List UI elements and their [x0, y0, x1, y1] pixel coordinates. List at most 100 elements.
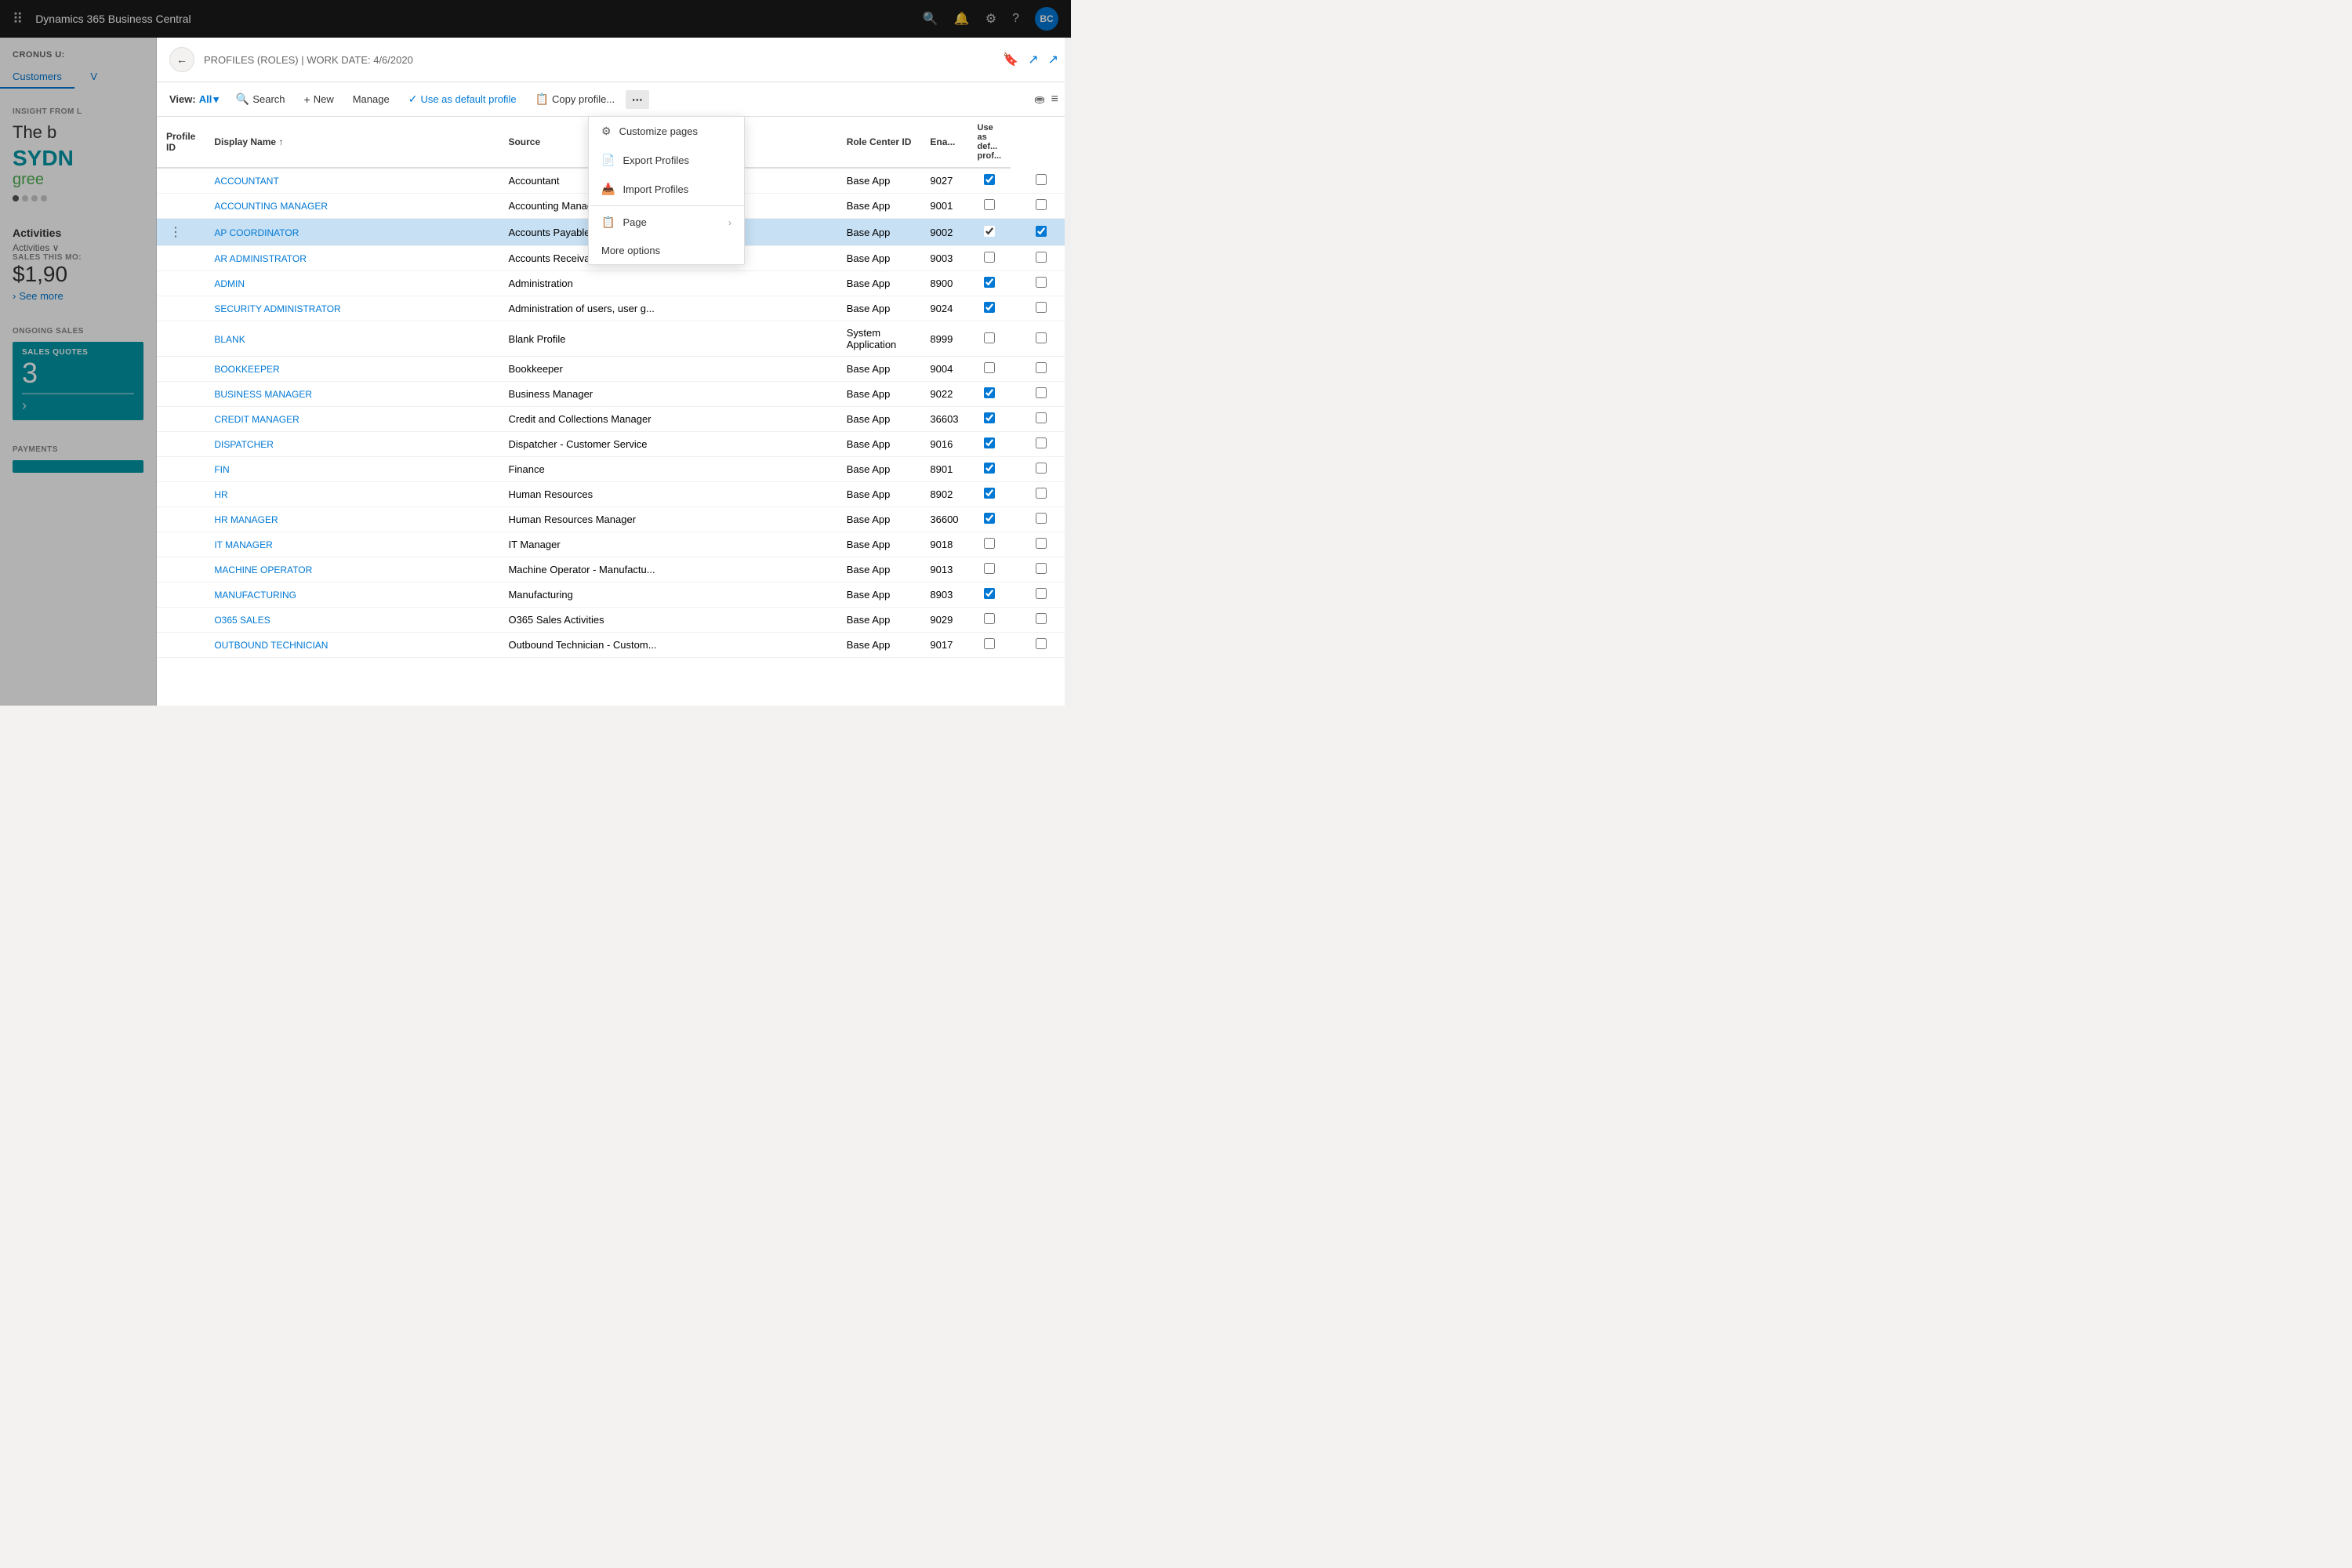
display-name-cell: Administration of users, user g... — [499, 296, 837, 321]
view-dropdown[interactable]: All ▾ — [199, 93, 219, 106]
table-row[interactable]: HRHuman ResourcesBase App8902 — [157, 482, 1071, 507]
enabled-checkbox[interactable] — [984, 588, 995, 599]
row-menu-cell — [157, 532, 205, 557]
use-as-default-checkbox[interactable] — [1036, 488, 1047, 499]
enabled-checkbox[interactable] — [984, 252, 995, 263]
table-row[interactable]: ADMINAdministrationBase App8900 — [157, 271, 1071, 296]
use-as-default-checkbox[interactable] — [1036, 387, 1047, 398]
use-as-default-checkbox[interactable] — [1036, 513, 1047, 524]
table-row[interactable]: O365 SALESO365 Sales ActivitiesBase App9… — [157, 608, 1071, 633]
table-row[interactable]: MANUFACTURINGManufacturingBase App8903 — [157, 583, 1071, 608]
profile-id-link[interactable]: AR ADMINISTRATOR — [214, 253, 307, 264]
profile-id-link[interactable]: BUSINESS MANAGER — [214, 389, 312, 400]
enabled-checkbox[interactable] — [984, 302, 995, 313]
table-row[interactable]: BUSINESS MANAGERBusiness ManagerBase App… — [157, 382, 1071, 407]
profile-id-link[interactable]: HR — [214, 489, 227, 500]
display-name-cell: Bookkeeper — [499, 357, 837, 382]
use-as-default-checkbox[interactable] — [1036, 563, 1047, 574]
row-menu-button[interactable]: ⋮ — [166, 224, 185, 240]
list-view-icon[interactable]: ≡ — [1051, 93, 1058, 107]
profile-id-link[interactable]: HR MANAGER — [214, 514, 278, 525]
dropdown-more-options[interactable]: More options — [589, 237, 744, 264]
profile-id-link[interactable]: ADMIN — [214, 278, 245, 289]
table-row[interactable]: FINFinanceBase App8901 — [157, 457, 1071, 482]
enabled-checkbox[interactable] — [984, 463, 995, 474]
profile-id-link[interactable]: BOOKKEEPER — [214, 364, 279, 375]
use-as-default-checkbox[interactable] — [1036, 302, 1047, 313]
col-profile-id[interactable]: Profile ID — [157, 117, 205, 168]
enabled-checkbox[interactable] — [984, 488, 995, 499]
enabled-checkbox[interactable] — [984, 412, 995, 423]
profile-id-link[interactable]: BLANK — [214, 334, 245, 345]
use-as-default-checkbox[interactable] — [1036, 277, 1047, 288]
profile-id-link[interactable]: CREDIT MANAGER — [214, 414, 299, 425]
col-display-name[interactable]: Display Name ↑ — [205, 117, 499, 168]
enabled-checkbox[interactable] — [984, 613, 995, 624]
role-center-id-cell: 8900 — [920, 271, 967, 296]
use-as-default-checkbox[interactable] — [1036, 613, 1047, 624]
use-as-default-checkbox[interactable] — [1036, 538, 1047, 549]
display-name-cell: Human Resources — [499, 482, 837, 507]
external-link-icon[interactable]: ↗ — [1028, 52, 1038, 67]
table-row[interactable]: MACHINE OPERATORMachine Operator - Manuf… — [157, 557, 1071, 583]
enabled-checkbox[interactable] — [984, 332, 995, 343]
enabled-checkbox[interactable] — [984, 174, 995, 185]
table-row[interactable]: BOOKKEEPERBookkeeperBase App9004 — [157, 357, 1071, 382]
filter-icon[interactable]: ⛂ — [1034, 92, 1044, 107]
table-row[interactable]: HR MANAGERHuman Resources ManagerBase Ap… — [157, 507, 1071, 532]
use-as-default-checkbox[interactable] — [1036, 252, 1047, 263]
use-as-default-checkbox[interactable] — [1036, 638, 1047, 649]
table-row[interactable]: DISPATCHERDispatcher - Customer ServiceB… — [157, 432, 1071, 457]
profile-id-link[interactable]: ACCOUNTING MANAGER — [214, 201, 328, 212]
use-as-default-checkbox[interactable] — [1036, 588, 1047, 599]
use-as-default-checkbox[interactable] — [1036, 437, 1047, 448]
table-row[interactable]: BLANKBlank ProfileSystem Application8999 — [157, 321, 1071, 357]
role-center-id-cell: 36600 — [920, 507, 967, 532]
dropdown-customize-pages[interactable]: ⚙ Customize pages — [589, 117, 744, 146]
new-button[interactable]: + New — [296, 89, 342, 110]
profile-id-link[interactable]: MACHINE OPERATOR — [214, 564, 312, 575]
use-as-default-checkbox[interactable] — [1036, 199, 1047, 210]
enabled-checkbox[interactable] — [984, 513, 995, 524]
profile-id-link[interactable]: ACCOUNTANT — [214, 176, 278, 187]
profile-id-link[interactable]: DISPATCHER — [214, 439, 274, 450]
enabled-checkbox[interactable] — [984, 199, 995, 210]
enabled-checkbox[interactable] — [984, 387, 995, 398]
enabled-checkbox[interactable] — [984, 226, 995, 237]
use-as-default-checkbox[interactable] — [1036, 463, 1047, 474]
table-row[interactable]: OUTBOUND TECHNICIANOutbound Technician -… — [157, 633, 1071, 658]
enabled-checkbox[interactable] — [984, 563, 995, 574]
default-profile-button[interactable]: ✓ Use as default profile — [401, 89, 524, 110]
back-button[interactable]: ← — [169, 47, 194, 72]
copy-profile-button[interactable]: 📋 Copy profile... — [528, 89, 623, 110]
table-row[interactable]: CREDIT MANAGERCredit and Collections Man… — [157, 407, 1071, 432]
expand-icon[interactable]: ↗ — [1048, 52, 1058, 67]
bookmark-icon[interactable]: 🔖 — [1003, 52, 1018, 67]
check-icon: ✓ — [408, 93, 418, 106]
enabled-checkbox[interactable] — [984, 277, 995, 288]
profile-id-link[interactable]: FIN — [214, 464, 229, 475]
use-as-default-checkbox[interactable] — [1036, 174, 1047, 185]
profile-id-link[interactable]: O365 SALES — [214, 615, 270, 626]
dropdown-page[interactable]: 📋 Page › — [589, 208, 744, 237]
use-as-default-checkbox[interactable] — [1036, 362, 1047, 373]
profile-id-link[interactable]: AP COORDINATOR — [214, 227, 299, 238]
manage-button[interactable]: Manage — [345, 89, 397, 109]
dropdown-export-profiles[interactable]: 📄 Export Profiles — [589, 146, 744, 175]
profile-id-link[interactable]: SECURITY ADMINISTRATOR — [214, 303, 340, 314]
more-button[interactable]: ··· — [626, 90, 649, 109]
enabled-checkbox[interactable] — [984, 638, 995, 649]
table-row[interactable]: SECURITY ADMINISTRATOR Administration of … — [157, 296, 1071, 321]
table-row[interactable]: IT MANAGERIT ManagerBase App9018 — [157, 532, 1071, 557]
search-button[interactable]: 🔍 Search — [228, 89, 293, 110]
use-as-default-checkbox[interactable] — [1036, 412, 1047, 423]
profile-id-link[interactable]: IT MANAGER — [214, 539, 272, 550]
profile-id-link[interactable]: OUTBOUND TECHNICIAN — [214, 640, 328, 651]
use-as-default-checkbox[interactable] — [1036, 332, 1047, 343]
enabled-checkbox[interactable] — [984, 538, 995, 549]
enabled-checkbox[interactable] — [984, 437, 995, 448]
profile-id-link[interactable]: MANUFACTURING — [214, 590, 296, 601]
dropdown-import-profiles[interactable]: 📥 Import Profiles — [589, 175, 744, 204]
enabled-checkbox[interactable] — [984, 362, 995, 373]
use-as-default-checkbox[interactable] — [1036, 226, 1047, 237]
